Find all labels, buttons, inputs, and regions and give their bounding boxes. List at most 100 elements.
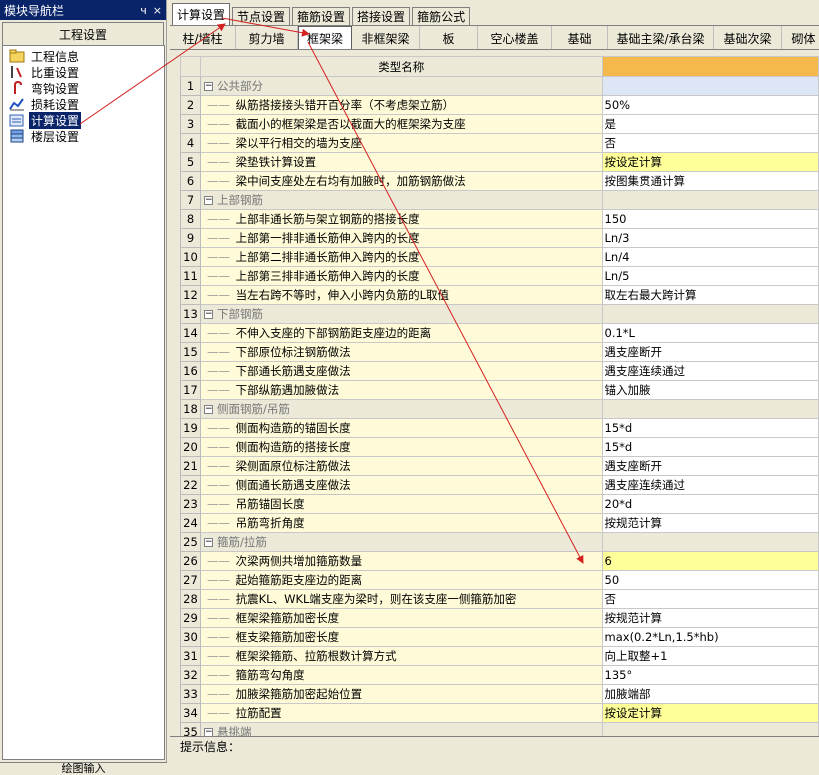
nav-item-weight-settings[interactable]: 比重设置 — [3, 64, 164, 80]
collapse-icon[interactable]: − — [203, 82, 213, 91]
table-row[interactable]: 29 —— 框架梁箍筋加密长度 按规范计算 — [180, 608, 819, 628]
table-row[interactable]: 31 —— 框架梁箍筋、拉筋根数计算方式 向上取整+1 — [180, 646, 819, 666]
table-row[interactable]: 9 —— 上部第一排非通长筋伸入跨内的长度 Ln/3 — [180, 228, 819, 248]
setting-value-cell[interactable]: Ln/4 — [601, 247, 819, 267]
table-row[interactable]: 17 —— 下部纵筋遇加腋做法 锚入加腋 — [180, 380, 819, 400]
table-row[interactable]: 25− 箍筋/拉筋 — [180, 532, 819, 552]
tab-stirrup-settings[interactable]: 箍筋设置 — [292, 7, 351, 25]
close-icon[interactable]: × — [153, 4, 162, 17]
tab-lap-settings[interactable]: 搭接设置 — [352, 7, 411, 25]
table-row[interactable]: 14 —— 不伸入支座的下部钢筋距支座边的距离 0.1*L — [180, 323, 819, 343]
collapse-icon[interactable]: − — [203, 196, 213, 205]
table-row[interactable]: 3 —— 截面小的框架梁是否以截面大的框架梁为支座是 — [180, 114, 819, 134]
setting-value-cell[interactable]: 150 — [601, 209, 819, 229]
group-name-cell[interactable]: − 侧面钢筋/吊筋 — [199, 399, 603, 419]
setting-value-cell[interactable]: 遇支座连续通过 — [601, 361, 819, 381]
tab-masonry[interactable]: 砌体 — [782, 26, 819, 49]
tab-hollow-floor[interactable]: 空心楼盖 — [478, 26, 552, 49]
table-row[interactable]: 5 —— 梁垫铁计算设置 按设定计算 — [180, 152, 819, 172]
setting-value-cell[interactable]: 135° — [601, 665, 819, 685]
table-row[interactable]: 24 —— 吊筋弯折角度 按规范计算 — [180, 513, 819, 533]
table-row[interactable]: 10 —— 上部第二排非通长筋伸入跨内的长度 Ln/4 — [180, 247, 819, 267]
setting-value-cell[interactable]: 50 — [601, 570, 819, 590]
setting-value-cell[interactable]: Ln/5 — [601, 266, 819, 286]
table-row[interactable]: 26 —— 次梁两侧共增加箍筋数量 6 — [180, 551, 819, 571]
table-row[interactable]: 1− 公共部分 — [180, 76, 819, 96]
setting-value-cell[interactable]: 遇支座断开 — [601, 456, 819, 476]
table-row[interactable]: 15 —— 下部原位标注钢筋做法 遇支座断开 — [180, 342, 819, 362]
group-name-cell[interactable]: − 悬挑端 — [199, 722, 603, 736]
table-row[interactable]: 2 —— 纵筋搭接接头错开百分率（不考虑架立筋） 50% — [180, 95, 819, 115]
setting-value-cell[interactable]: 20*d — [601, 494, 819, 514]
tab-foundation-main-beam[interactable]: 基础主梁/承台梁 — [608, 26, 714, 49]
group-name-cell[interactable]: − 箍筋/拉筋 — [199, 532, 603, 552]
tab-column-wallcolumn[interactable]: 柱/墙柱 — [170, 26, 236, 49]
tab-stirrup-formula[interactable]: 箍筋公式 — [412, 7, 471, 25]
tab-non-frame-beam[interactable]: 非框架梁 — [352, 26, 420, 49]
nav-section-header[interactable]: 工程设置 — [2, 22, 164, 46]
table-row[interactable]: 27 —— 起始箍筋距支座边的距离 50 — [180, 570, 819, 590]
nav-item-project-info[interactable]: 工程信息 — [3, 48, 164, 64]
table-row[interactable]: 34 —— 拉筋配置 按设定计算 — [180, 703, 819, 723]
table-row[interactable]: 30 —— 框支梁箍筋加密长度 max(0.2*Ln,1.5*hb) — [180, 627, 819, 647]
table-row[interactable]: 7− 上部钢筋 — [180, 190, 819, 210]
table-row[interactable]: 28 —— 抗震KL、WKL端支座为梁时，则在该支座一侧箍筋加密否 — [180, 589, 819, 609]
setting-value-cell[interactable]: max(0.2*Ln,1.5*hb) — [601, 627, 819, 647]
setting-value-cell[interactable]: 取左右最大跨计算 — [601, 285, 819, 305]
setting-value-cell[interactable]: 按规范计算 — [601, 608, 819, 628]
nav-drawing-input-button[interactable]: 绘图输入 — [0, 762, 167, 775]
nav-item-calc-settings[interactable]: 计算设置 — [3, 111, 164, 129]
tab-node-settings[interactable]: 节点设置 — [232, 7, 291, 25]
nav-item-floor-settings[interactable]: 楼层设置 — [3, 128, 164, 144]
tab-frame-beam[interactable]: 框架梁 — [298, 26, 352, 49]
setting-value-cell[interactable]: 向上取整+1 — [601, 646, 819, 666]
setting-value-cell[interactable]: 否 — [601, 589, 819, 609]
setting-value-cell[interactable]: 15*d — [601, 418, 819, 438]
nav-item-hook-settings[interactable]: 弯钩设置 — [3, 80, 164, 96]
tab-shear-wall[interactable]: 剪力墙 — [236, 26, 298, 49]
group-name-cell[interactable]: − 上部钢筋 — [199, 190, 603, 210]
setting-value-cell[interactable]: 15*d — [601, 437, 819, 457]
table-row[interactable]: 35− 悬挑端 — [180, 722, 819, 736]
collapse-icon[interactable]: − — [203, 310, 213, 319]
table-row[interactable]: 16 —— 下部通长筋遇支座做法 遇支座连续通过 — [180, 361, 819, 381]
table-row[interactable]: 20 —— 侧面构造筋的搭接长度 15*d — [180, 437, 819, 457]
setting-value-cell[interactable]: 按设定计算 — [601, 152, 819, 172]
setting-value-cell[interactable]: 遇支座断开 — [601, 342, 819, 362]
collapse-icon[interactable]: − — [203, 728, 213, 736]
table-row[interactable]: 18− 侧面钢筋/吊筋 — [180, 399, 819, 419]
table-row[interactable]: 21 —— 梁侧面原位标注筋做法 遇支座断开 — [180, 456, 819, 476]
table-row[interactable]: 6 —— 梁中间支座处左右均有加腋时，加筋钢筋做法 按图集贯通计算 — [180, 171, 819, 191]
setting-value-cell[interactable]: 按设定计算 — [601, 703, 819, 723]
collapse-icon[interactable]: − — [203, 405, 213, 414]
table-row[interactable]: 13− 下部钢筋 — [180, 304, 819, 324]
table-row[interactable]: 8 —— 上部非通长筋与架立钢筋的搭接长度 150 — [180, 209, 819, 229]
pin-icon[interactable]: ч — [140, 4, 147, 17]
setting-value-cell[interactable]: 按图集贯通计算 — [601, 171, 819, 191]
collapse-icon[interactable]: − — [203, 538, 213, 547]
tab-foundation[interactable]: 基础 — [552, 26, 608, 49]
table-row[interactable]: 32 —— 箍筋弯勾角度 135° — [180, 665, 819, 685]
table-row[interactable]: 11 —— 上部第三排非通长筋伸入跨内的长度 Ln/5 — [180, 266, 819, 286]
table-row[interactable]: 33 —— 加腋梁箍筋加密起始位置 加腋端部 — [180, 684, 819, 704]
table-row[interactable]: 23 —— 吊筋锚固长度 20*d — [180, 494, 819, 514]
setting-value-cell[interactable]: 锚入加腋 — [601, 380, 819, 400]
setting-value-cell[interactable]: 0.1*L — [601, 323, 819, 343]
setting-value-cell[interactable]: Ln/3 — [601, 228, 819, 248]
tab-calc-settings[interactable]: 计算设置 — [172, 3, 231, 25]
nav-item-loss-settings[interactable]: 损耗设置 — [3, 96, 164, 112]
setting-value-cell[interactable]: 按规范计算 — [601, 513, 819, 533]
table-row[interactable]: 19 —— 侧面构造筋的锚固长度 15*d — [180, 418, 819, 438]
tab-foundation-secondary-beam[interactable]: 基础次梁 — [714, 26, 782, 49]
setting-value-cell[interactable]: 加腋端部 — [601, 684, 819, 704]
table-row[interactable]: 12 —— 当左右跨不等时，伸入小跨内负筋的L取值 取左右最大跨计算 — [180, 285, 819, 305]
tab-slab[interactable]: 板 — [420, 26, 478, 49]
setting-value-cell[interactable]: 是 — [601, 114, 819, 134]
group-name-cell[interactable]: − 下部钢筋 — [199, 304, 603, 324]
setting-value-cell[interactable]: 否 — [601, 133, 819, 153]
table-row[interactable]: 4 —— 梁以平行相交的墙为支座否 — [180, 133, 819, 153]
group-name-cell[interactable]: − 公共部分 — [199, 76, 603, 96]
setting-value-cell[interactable]: 50% — [601, 95, 819, 115]
setting-value-cell[interactable]: 6 — [601, 551, 819, 571]
setting-value-cell[interactable]: 遇支座连续通过 — [601, 475, 819, 495]
